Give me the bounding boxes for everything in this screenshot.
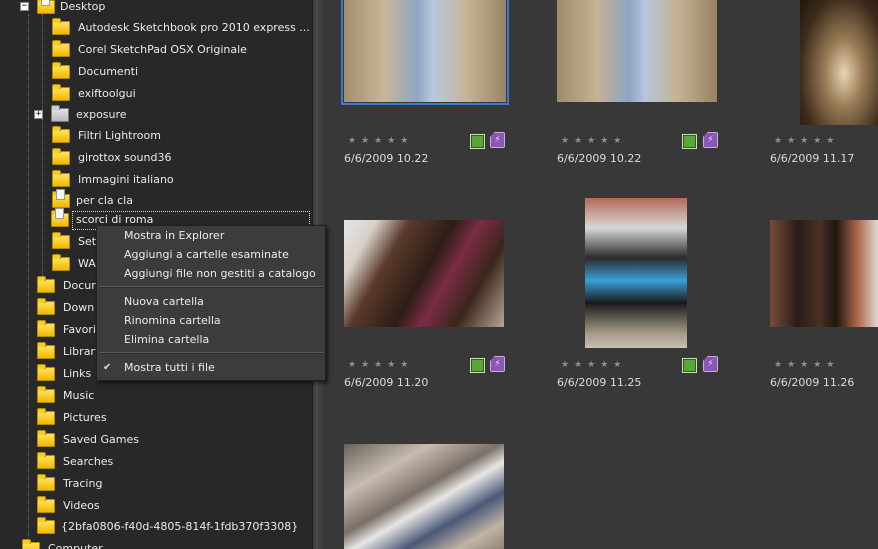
- menu-item-label: Elimina cartella: [124, 333, 210, 346]
- tree-item-label: Favori: [63, 323, 96, 336]
- rating-stars[interactable]: ★★★★★: [561, 360, 626, 370]
- menu-item-label: Mostra in Explorer: [124, 229, 225, 242]
- checkmark-icon: ✔: [103, 362, 112, 373]
- tree-item-label: Documenti: [78, 65, 139, 78]
- tree-item-label: Docur: [63, 279, 96, 292]
- rating-stars[interactable]: ★★★★★: [561, 136, 626, 146]
- photo-date: 6/6/2009 11.26: [770, 376, 855, 389]
- photo-date: 6/6/2009 10.22: [344, 152, 429, 165]
- color-label-icon: [470, 358, 485, 373]
- menu-item-rename-folder[interactable]: Rinomina cartella: [97, 311, 325, 330]
- photo-thumbnail[interactable]: [585, 198, 687, 348]
- folder-icon: [37, 517, 55, 534]
- photo-date: 6/6/2009 10.22: [557, 152, 642, 165]
- tree-item-label: Down: [63, 301, 95, 314]
- tree-item-label: Autodesk Sketchbook pro 2010 express ...: [78, 21, 310, 34]
- folder-icon: [37, 298, 55, 315]
- rating-stars[interactable]: ★★★★★: [774, 360, 839, 370]
- folder-icon: [22, 539, 40, 549]
- menu-separator: [99, 286, 323, 288]
- color-label-icon: [682, 358, 697, 373]
- tree-item-label: Desktop: [60, 0, 106, 13]
- context-menu: Mostra in Explorer Aggiungi a cartelle e…: [96, 225, 326, 381]
- tree-item-label: WA: [78, 257, 96, 270]
- photo-thumbnail[interactable]: [344, 220, 504, 327]
- folder-icon: [52, 232, 70, 249]
- menu-item-delete-folder[interactable]: Elimina cartella: [97, 330, 325, 349]
- collapse-icon[interactable]: −: [20, 2, 29, 11]
- photo-date: 6/6/2009 11.25: [557, 376, 642, 389]
- tree-item-label: Tracing: [63, 477, 103, 490]
- tree-item-label: Computer: [48, 542, 103, 549]
- rating-stars[interactable]: ★★★★★: [774, 136, 839, 146]
- folder-icon: [37, 364, 55, 381]
- menu-item-add-to-watched-folders[interactable]: Aggiungi a cartelle esaminate: [97, 245, 325, 264]
- tree-item-label: Music: [63, 389, 95, 402]
- tree-guide-line: [28, 14, 29, 544]
- folder-icon: [52, 254, 70, 271]
- folder-icon: [37, 408, 55, 425]
- photo-date: 6/6/2009 11.20: [344, 376, 429, 389]
- tree-item-label: girottox sound36: [78, 151, 172, 164]
- folder-icon: [37, 430, 55, 447]
- folder-icon: [37, 276, 55, 293]
- tree-item-label: Pictures: [63, 411, 107, 424]
- menu-item-add-unmanaged-files[interactable]: Aggiungi file non gestiti a catalogo: [97, 264, 325, 283]
- tree-item-label: Saved Games: [63, 433, 139, 446]
- edited-badge-icon: ⚡: [703, 356, 718, 372]
- folder-icon: [52, 189, 70, 208]
- menu-item-label: Mostra tutti i file: [124, 361, 215, 374]
- folder-icon: [52, 62, 70, 79]
- thumbnail-grid[interactable]: ★★★★★ ⚡ 6/6/2009 10.22 ★★★★★ ⚡ 6/6/2009 …: [322, 0, 878, 549]
- folder-icon: [37, 452, 55, 469]
- photo-thumbnail[interactable]: [770, 220, 878, 327]
- photo-thumbnail[interactable]: [341, 0, 509, 105]
- folder-icon: [52, 84, 70, 101]
- tree-item-label: Corel SketchPad OSX Originale: [78, 43, 247, 56]
- expand-icon[interactable]: +: [34, 110, 43, 119]
- menu-item-show-in-explorer[interactable]: Mostra in Explorer: [97, 226, 325, 245]
- menu-item-label: Nuova cartella: [124, 295, 204, 308]
- tree-item-label: {2bfa0806-f40d-4805-814f-1fdb370f3308}: [61, 520, 299, 533]
- folder-icon: [52, 126, 70, 143]
- menu-item-label: Aggiungi a cartelle esaminate: [124, 248, 289, 261]
- tree-item-label: exposure: [76, 108, 127, 121]
- menu-item-new-folder[interactable]: Nuova cartella: [97, 292, 325, 311]
- photo-thumbnail[interactable]: [800, 0, 878, 125]
- rating-stars[interactable]: ★★★★★: [348, 360, 413, 370]
- photo-thumbnail[interactable]: [344, 444, 504, 549]
- rating-stars[interactable]: ★★★★★: [348, 136, 413, 146]
- tree-item-label: Filtri Lightroom: [78, 129, 161, 142]
- folder-icon: [52, 148, 70, 165]
- folder-icon: [51, 105, 69, 122]
- color-label-icon: [470, 134, 485, 149]
- tree-item-label: Immagini italiano: [78, 173, 174, 186]
- edited-badge-icon: ⚡: [490, 356, 505, 372]
- menu-item-label: Aggiungi file non gestiti a catalogo: [124, 267, 316, 280]
- menu-item-label: Rinomina cartella: [124, 314, 221, 327]
- folder-icon: [37, 496, 55, 513]
- tree-item-label: Videos: [63, 499, 100, 512]
- folder-icon: [51, 208, 69, 227]
- color-label-icon: [682, 134, 697, 149]
- folder-icon: [52, 170, 70, 187]
- edited-badge-icon: ⚡: [490, 132, 505, 148]
- edited-badge-icon: ⚡: [703, 132, 718, 148]
- folder-icon: [52, 40, 70, 57]
- tree-item-label: Links: [63, 367, 92, 380]
- menu-separator: [99, 352, 323, 354]
- tree-item-label: Searches: [63, 455, 114, 468]
- photo-thumbnail[interactable]: [557, 0, 717, 102]
- folder-icon: [37, 320, 55, 337]
- tree-guide-line: [42, 14, 43, 276]
- folder-icon: [37, 342, 55, 359]
- tree-item-label: exiftoolgui: [78, 87, 136, 100]
- photo-date: 6/6/2009 11.17: [770, 152, 855, 165]
- folder-icon: [37, 474, 55, 491]
- menu-item-show-all-files[interactable]: ✔ Mostra tutti i file: [97, 358, 325, 377]
- folder-icon: [37, 0, 55, 14]
- tree-item-label: Set: [78, 235, 97, 248]
- folder-icon: [52, 18, 70, 35]
- folder-icon: [37, 386, 55, 403]
